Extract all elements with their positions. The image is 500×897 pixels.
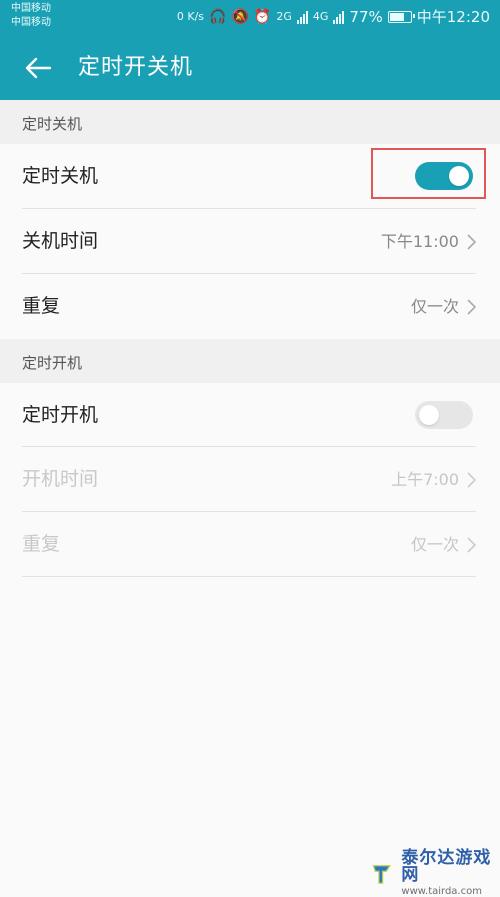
section-header-startup: 定时开机 — [0, 339, 500, 383]
section-header-label: 定时关机 — [22, 115, 83, 133]
signal-icon-2 — [333, 10, 345, 24]
back-button[interactable] — [20, 50, 56, 86]
headset-icon: 🎧 — [209, 9, 227, 25]
chevron-right-icon — [467, 299, 476, 315]
network-type-2g: 2G — [276, 10, 292, 23]
toggle-knob — [419, 405, 439, 425]
toggle-highlight-box — [371, 148, 486, 199]
watermark-title: 泰尔达游戏网 — [401, 848, 492, 885]
status-time: 中午12:20 — [416, 8, 490, 26]
shutdown-toggle-label: 定时关机 — [22, 165, 99, 187]
page-title: 定时开关机 — [78, 55, 194, 80]
startup-toggle-switch[interactable] — [415, 401, 473, 429]
network-speed: 0 K/s — [176, 10, 205, 23]
signal-icon — [296, 10, 308, 24]
chevron-right-icon — [467, 537, 476, 553]
app-bar: 定时开关机 — [0, 36, 500, 100]
chevron-right-icon — [467, 472, 476, 488]
startup-time-label: 开机时间 — [22, 468, 99, 490]
section-header-label: 定时开机 — [22, 354, 83, 372]
chevron-right-icon — [467, 234, 476, 250]
startup-time-value: 上午7:00 — [391, 470, 459, 489]
shutdown-time-row[interactable]: 关机时间 下午11:00 — [0, 209, 500, 274]
watermark: 泰尔达游戏网 www.tairda.com — [368, 850, 500, 897]
section-header-shutdown: 定时关机 — [0, 100, 500, 144]
battery-percent: 77% — [349, 8, 383, 26]
shutdown-repeat-value-group: 仅一次 — [411, 296, 476, 318]
startup-repeat-value-group: 仅一次 — [411, 534, 476, 556]
alarm-icon: ⏰ — [253, 9, 272, 25]
watermark-logo-icon — [372, 864, 392, 884]
shutdown-repeat-label: 重复 — [22, 295, 61, 317]
shutdown-repeat-row[interactable]: 重复 仅一次 — [0, 274, 500, 339]
startup-toggle-label: 定时开机 — [22, 404, 99, 426]
carrier-info: 中国移动 中国移动 — [11, 2, 51, 30]
battery-icon — [387, 11, 415, 23]
startup-repeat-value: 仅一次 — [410, 535, 459, 554]
divider — [22, 576, 476, 577]
status-icons: 0 K/s 🎧 🔕 ⏰ 2G 4G 77% 中午12:20 — [177, 7, 490, 27]
network-type-4g: 4G — [312, 10, 329, 23]
status-bar: 中国移动 中国移动 0 K/s 🎧 🔕 ⏰ 2G 4G 77% 中午12:20 — [0, 0, 500, 36]
mute-icon: 🔕 — [231, 9, 249, 25]
startup-time-value-group: 上午7:00 — [391, 469, 476, 491]
startup-repeat-row: 重复 仅一次 — [0, 512, 500, 577]
shutdown-time-value-group: 下午11:00 — [381, 231, 476, 253]
shutdown-repeat-value: 仅一次 — [410, 297, 459, 316]
watermark-text: 泰尔达游戏网 www.tairda.com — [401, 850, 500, 897]
startup-repeat-label: 重复 — [22, 533, 61, 555]
startup-time-row: 开机时间 上午7:00 — [0, 447, 500, 512]
shutdown-time-label: 关机时间 — [22, 230, 99, 252]
back-arrow-icon — [25, 57, 52, 79]
shutdown-time-value: 下午11:00 — [380, 232, 459, 251]
carrier-label-1: 中国移动 — [11, 3, 51, 14]
carrier-label-2: 中国移动 — [11, 17, 51, 28]
startup-toggle-row[interactable]: 定时开机 — [0, 383, 500, 448]
